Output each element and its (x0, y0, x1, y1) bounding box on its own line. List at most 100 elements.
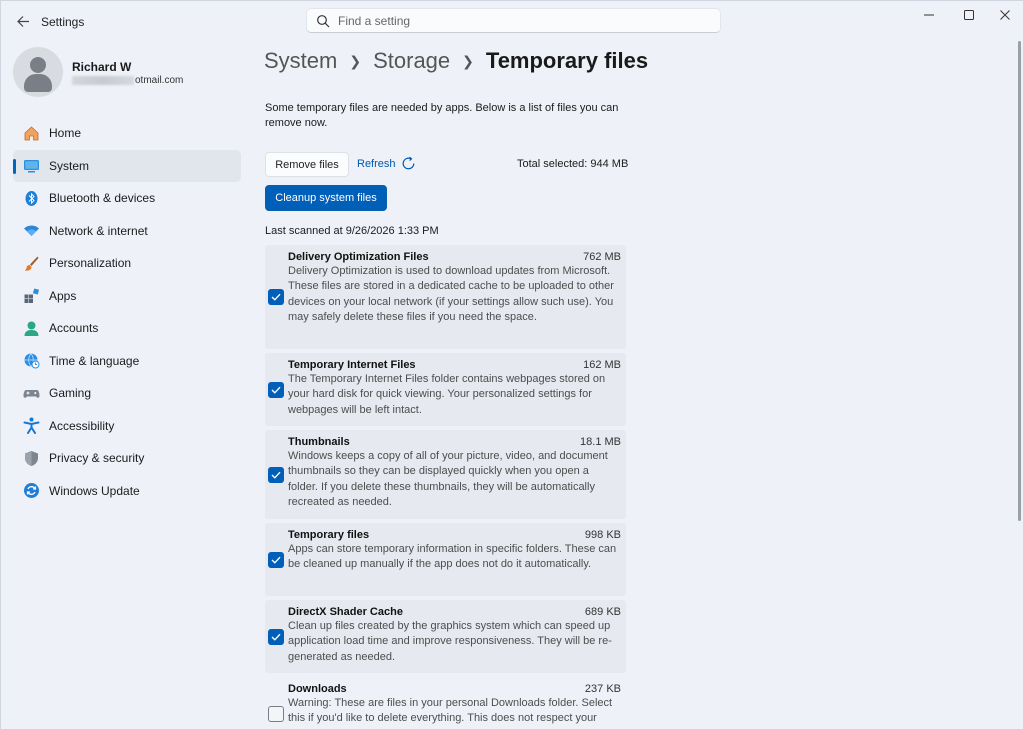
file-name: Temporary Internet Files (288, 359, 416, 371)
apps-icon (22, 287, 40, 305)
sidebar-item-windows-update[interactable]: Windows Update (13, 475, 241, 507)
cleanup-system-files-button[interactable]: Cleanup system files (265, 185, 387, 211)
close-button[interactable] (985, 1, 1024, 29)
checkmark-icon (271, 633, 281, 641)
file-name: DirectX Shader Cache (288, 606, 403, 618)
checkmark-icon (271, 386, 281, 394)
file-item-temporary-files[interactable]: Temporary files 998 KB Apps can store tem… (265, 523, 626, 596)
accounts-icon (22, 319, 40, 337)
sidebar-item-network[interactable]: Network & internet (13, 215, 241, 247)
file-size: 689 KB (584, 606, 621, 618)
app-title: Settings (41, 15, 85, 29)
close-icon (1000, 10, 1010, 20)
minimize-button[interactable] (909, 1, 949, 29)
sidebar-item-label: Accounts (49, 321, 99, 335)
breadcrumb: System ❯ Storage ❯ Temporary files (264, 48, 648, 74)
file-name: Temporary files (288, 529, 370, 541)
file-item-delivery-optimization[interactable]: Delivery Optimization Files 762 MB Delive… (265, 245, 626, 349)
chevron-right-icon: ❯ (462, 52, 474, 69)
breadcrumb-system[interactable]: System (264, 48, 337, 74)
remove-files-button[interactable]: Remove files (265, 152, 349, 177)
accessibility-icon (22, 417, 40, 435)
breadcrumb-storage[interactable]: Storage (373, 48, 450, 74)
sidebar-item-label: Network & internet (49, 223, 148, 238)
checkmark-icon (271, 556, 281, 564)
sidebar-item-privacy[interactable]: Privacy & security (13, 442, 241, 474)
bluetooth-icon (22, 189, 40, 207)
title-bar: Settings (1, 1, 1023, 41)
temporary-files-list: Delivery Optimization Files 762 MB Delive… (265, 245, 626, 730)
checkbox-checked[interactable] (268, 552, 284, 568)
maximize-button[interactable] (949, 1, 989, 29)
shield-icon (22, 449, 40, 467)
sidebar-item-label: System (49, 158, 90, 173)
search-input[interactable] (338, 13, 698, 28)
checkbox-unchecked[interactable] (268, 706, 284, 722)
minimize-icon (924, 14, 934, 16)
user-name: Richard W (72, 60, 132, 74)
file-size: 762 MB (583, 251, 621, 263)
wifi-icon (22, 222, 40, 240)
file-size: 18.1 MB (580, 436, 621, 448)
file-name: Downloads (288, 683, 347, 695)
user-email: otmail.com (72, 75, 183, 86)
file-item-temporary-internet-files[interactable]: Temporary Internet Files 162 MB The Tempo… (265, 353, 626, 426)
sidebar-item-label: Gaming (49, 386, 92, 400)
sidebar-item-label: Home (49, 126, 82, 140)
file-name: Thumbnails (288, 436, 350, 448)
email-redaction (72, 75, 134, 85)
globe-clock-icon (22, 352, 40, 370)
system-icon (22, 157, 40, 175)
file-item-downloads[interactable]: Downloads 237 KB Warning: These are files… (265, 677, 626, 730)
file-size: 162 MB (583, 359, 621, 371)
checkbox-checked[interactable] (268, 467, 284, 483)
sidebar-item-label: Personalization (49, 256, 132, 270)
page-title: Temporary files (485, 48, 649, 73)
checkmark-icon (271, 471, 281, 479)
sidebar-item-system[interactable]: System (13, 149, 241, 182)
chevron-right-icon: ❯ (349, 52, 362, 69)
sidebar-item-accounts[interactable]: Accounts (13, 312, 241, 344)
sidebar-item-accessibility[interactable]: Accessibility (13, 410, 241, 442)
file-description: Windows keeps a copy of all of your pict… (288, 450, 608, 508)
sidebar-item-gaming[interactable]: Gaming (13, 377, 241, 409)
sidebar-item-bluetooth[interactable]: Bluetooth & devices (13, 182, 241, 214)
sidebar-nav: Home System Bluetooth & devices Network … (13, 117, 241, 507)
file-description: Delivery Optimization is used to downloa… (288, 265, 614, 323)
file-size: 237 KB (584, 683, 621, 695)
file-name: Delivery Optimization Files (288, 251, 429, 263)
scrollbar[interactable] (1018, 41, 1021, 521)
avatar[interactable] (13, 47, 63, 97)
sidebar-item-personalization[interactable]: Personalization (13, 247, 241, 279)
checkbox-checked[interactable] (268, 289, 284, 305)
sidebar-item-label: Time & language (49, 353, 140, 368)
checkbox-checked[interactable] (268, 382, 284, 398)
sidebar-item-label: Accessibility (49, 418, 115, 433)
update-icon (22, 482, 40, 500)
file-item-directx-shader-cache[interactable]: DirectX Shader Cache 689 KB Clean up file… (265, 600, 626, 673)
sidebar-item-time-language[interactable]: Time & language (13, 345, 241, 377)
file-description: Warning: These are files in your persona… (288, 697, 613, 725)
checkmark-icon (271, 293, 281, 301)
gamepad-icon (22, 384, 40, 402)
sidebar-item-apps[interactable]: Apps (13, 280, 241, 312)
back-arrow-icon[interactable] (13, 11, 33, 31)
settings-window: Settings Richard W otmail.com Home Sy (0, 0, 1024, 730)
search-box[interactable] (306, 8, 721, 33)
intro-text: Some temporary files are needed by apps.… (265, 102, 619, 129)
checkbox-checked[interactable] (268, 629, 284, 645)
sidebar-item-label: Bluetooth & devices (49, 191, 156, 205)
sidebar-item-label: Privacy & security (49, 451, 145, 465)
file-size: 998 KB (584, 529, 621, 541)
sidebar-item-home[interactable]: Home (13, 117, 241, 149)
brush-icon (22, 254, 40, 272)
home-icon (22, 124, 40, 142)
sidebar-item-label: Windows Update (49, 483, 140, 498)
refresh-icon (402, 156, 414, 170)
file-item-thumbnails[interactable]: Thumbnails 18.1 MB Windows keeps a copy o… (265, 430, 626, 519)
refresh-link[interactable]: Refresh (357, 156, 416, 171)
total-selected: Total selected: 944 MB (517, 158, 629, 170)
file-description: Clean up files created by the graphics s… (288, 620, 612, 663)
sidebar-item-label: Apps (49, 288, 77, 303)
last-scanned: Last scanned at 9/26/2026 1:33 PM (265, 225, 439, 237)
